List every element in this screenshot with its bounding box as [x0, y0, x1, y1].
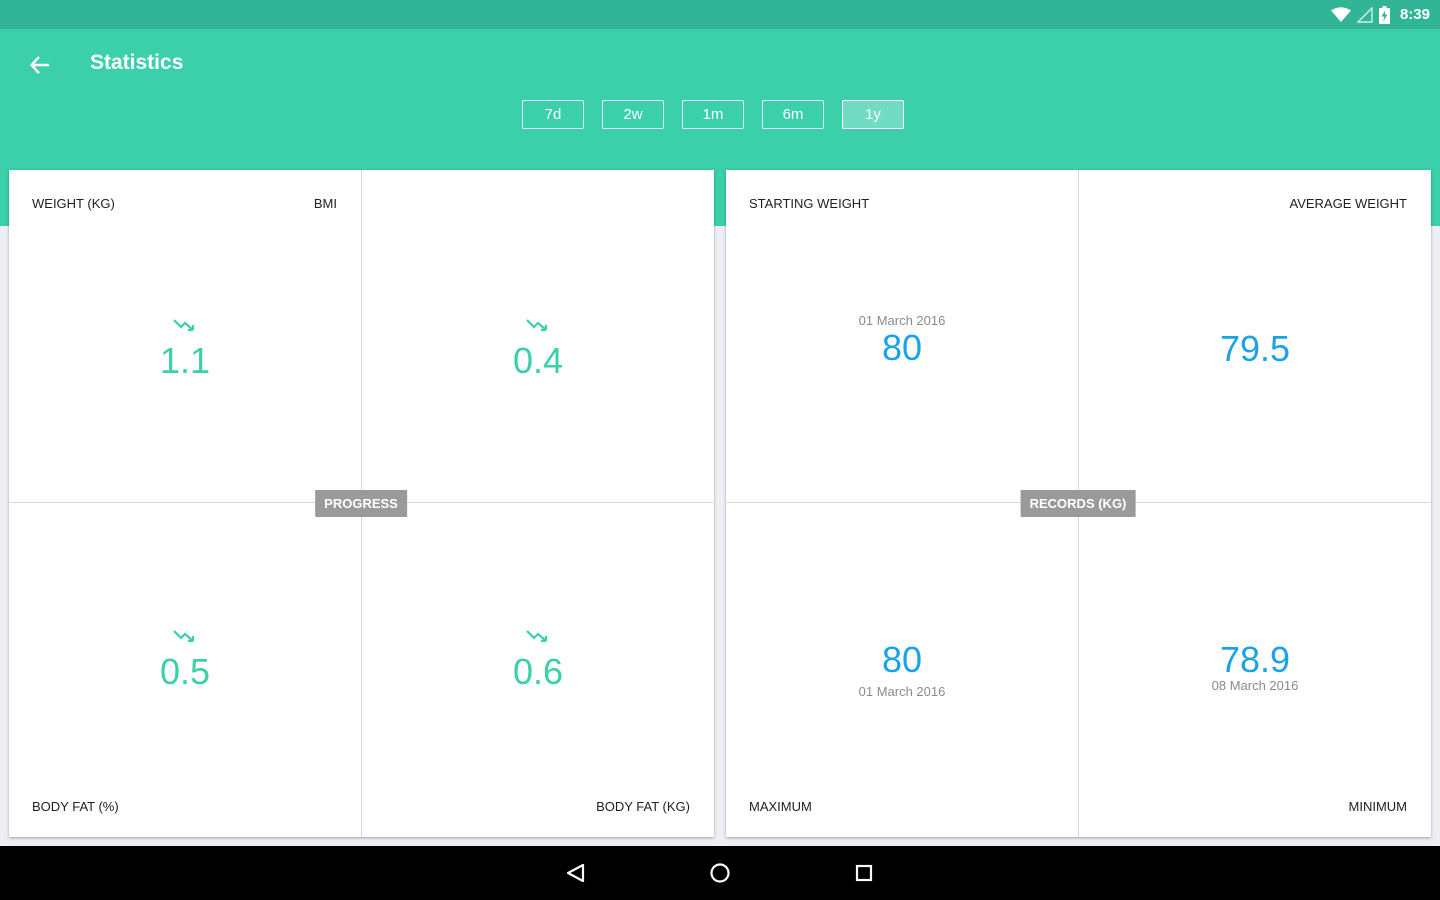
range-2w-button[interactable]: 2w	[602, 100, 664, 129]
range-7d-button[interactable]: 7d	[522, 100, 584, 129]
wifi-icon	[1330, 6, 1351, 22]
trending-down-icon	[526, 630, 548, 643]
body-fat-pct-progress-value: 0.5	[159, 651, 211, 692]
trending-down-icon	[173, 630, 195, 643]
starting-weight: 01 March 2016 80	[726, 313, 1078, 369]
body-fat-kg-label: BODY FAT (KG)	[596, 799, 690, 814]
average-weight: 79.5	[1079, 328, 1431, 370]
navigation-bar	[0, 846, 1440, 900]
status-bar: 8:39	[0, 0, 1440, 29]
weight-progress-value: 1.1	[159, 340, 211, 381]
minimum-label: MINIMUM	[1348, 799, 1408, 814]
status-time: 8:39	[1399, 6, 1430, 23]
body-fat-kg-progress-value: 0.6	[512, 651, 564, 692]
starting-weight-date: 01 March 2016	[858, 313, 946, 328]
progress-card: WEIGHT (KG) BMI BODY FAT (%) BODY FAT (K…	[9, 170, 714, 837]
records-tag: RECORDS (KG)	[1020, 490, 1136, 517]
bmi-progress: 0.4	[362, 318, 714, 388]
time-range-selector: 7d 2w 1m 6m 1y	[522, 100, 904, 129]
bmi-progress-value: 0.4	[512, 340, 564, 381]
average-weight-label: AVERAGE WEIGHT	[1289, 196, 1408, 211]
records-card: STARTING WEIGHT AVERAGE WEIGHT MAXIMUM M…	[726, 170, 1431, 837]
maximum-label: MAXIMUM	[749, 799, 812, 814]
range-1y-button[interactable]: 1y	[842, 100, 904, 129]
weight-label: WEIGHT (KG)	[32, 196, 115, 211]
average-weight-value: 79.5	[1219, 328, 1291, 369]
maximum-weight-date: 01 March 2016	[858, 684, 946, 699]
range-1m-button[interactable]: 1m	[682, 100, 744, 129]
trending-down-icon	[526, 319, 548, 332]
signal-icon	[1356, 6, 1373, 23]
status-icons: 8:39	[1330, 0, 1430, 29]
body-fat-kg-progress: 0.6	[362, 629, 714, 699]
starting-weight-value: 80	[881, 327, 923, 368]
trending-down-icon	[173, 319, 195, 332]
bmi-label: BMI	[313, 196, 337, 211]
maximum-weight: 80 01 March 2016	[726, 639, 1078, 699]
body-fat-pct-progress: 0.5	[9, 629, 361, 699]
minimum-weight-value: 78.9	[1219, 639, 1291, 680]
back-button[interactable]	[24, 49, 56, 81]
nav-recents-icon[interactable]	[850, 859, 878, 887]
body-fat-pct-label: BODY FAT (%)	[32, 799, 119, 814]
maximum-weight-value: 80	[881, 639, 923, 680]
battery-charging-icon	[1378, 5, 1390, 24]
weight-progress: 1.1	[9, 318, 361, 388]
arrow-back-icon	[30, 56, 49, 74]
range-6m-button[interactable]: 6m	[762, 100, 824, 129]
starting-weight-label: STARTING WEIGHT	[749, 196, 870, 211]
minimum-weight: 78.9 08 March 2016	[1079, 639, 1431, 693]
nav-home-icon[interactable]	[706, 859, 734, 887]
page-title: Statistics	[90, 51, 184, 74]
minimum-weight-date: 08 March 2016	[1211, 678, 1299, 693]
nav-back-icon[interactable]	[562, 859, 590, 887]
progress-tag: PROGRESS	[315, 490, 407, 517]
